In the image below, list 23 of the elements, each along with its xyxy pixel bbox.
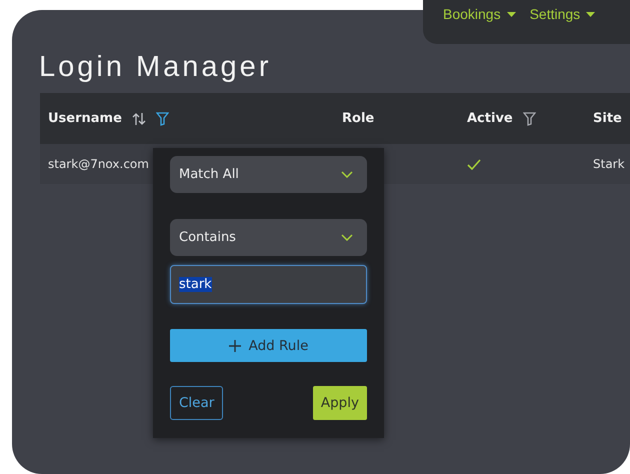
dropdown[interactable]: Contains bbox=[170, 219, 367, 256]
chevron-down-icon bbox=[341, 171, 353, 178]
column-header: Active bbox=[467, 111, 513, 126]
nav-menu-link[interactable]: Bookings bbox=[443, 6, 516, 22]
apply-button[interactable]: Apply bbox=[312, 386, 367, 420]
filter-icon[interactable] bbox=[522, 112, 536, 126]
nav-menu-link[interactable]: Settings bbox=[530, 6, 596, 22]
clear-button[interactable]: Clear bbox=[170, 386, 224, 420]
column-header: Role bbox=[342, 111, 374, 126]
caret-icon bbox=[586, 12, 596, 16]
table-cell: Stark bbox=[593, 157, 625, 171]
column-header: Site bbox=[593, 111, 622, 126]
text-input[interactable]: stark bbox=[170, 265, 367, 304]
dropdown[interactable]: Match All bbox=[170, 156, 367, 193]
filter-icon[interactable] bbox=[156, 112, 169, 126]
page-title: Login Manager bbox=[39, 50, 272, 84]
column-header: Username bbox=[48, 111, 122, 126]
plus-icon bbox=[228, 340, 241, 352]
table-cell: stark@7nox.com bbox=[48, 157, 149, 171]
sort-icon[interactable] bbox=[132, 112, 146, 126]
caret-icon bbox=[506, 12, 516, 16]
add-rule-button[interactable]: Add Rule bbox=[170, 329, 367, 362]
chevron-down-icon bbox=[341, 234, 353, 241]
